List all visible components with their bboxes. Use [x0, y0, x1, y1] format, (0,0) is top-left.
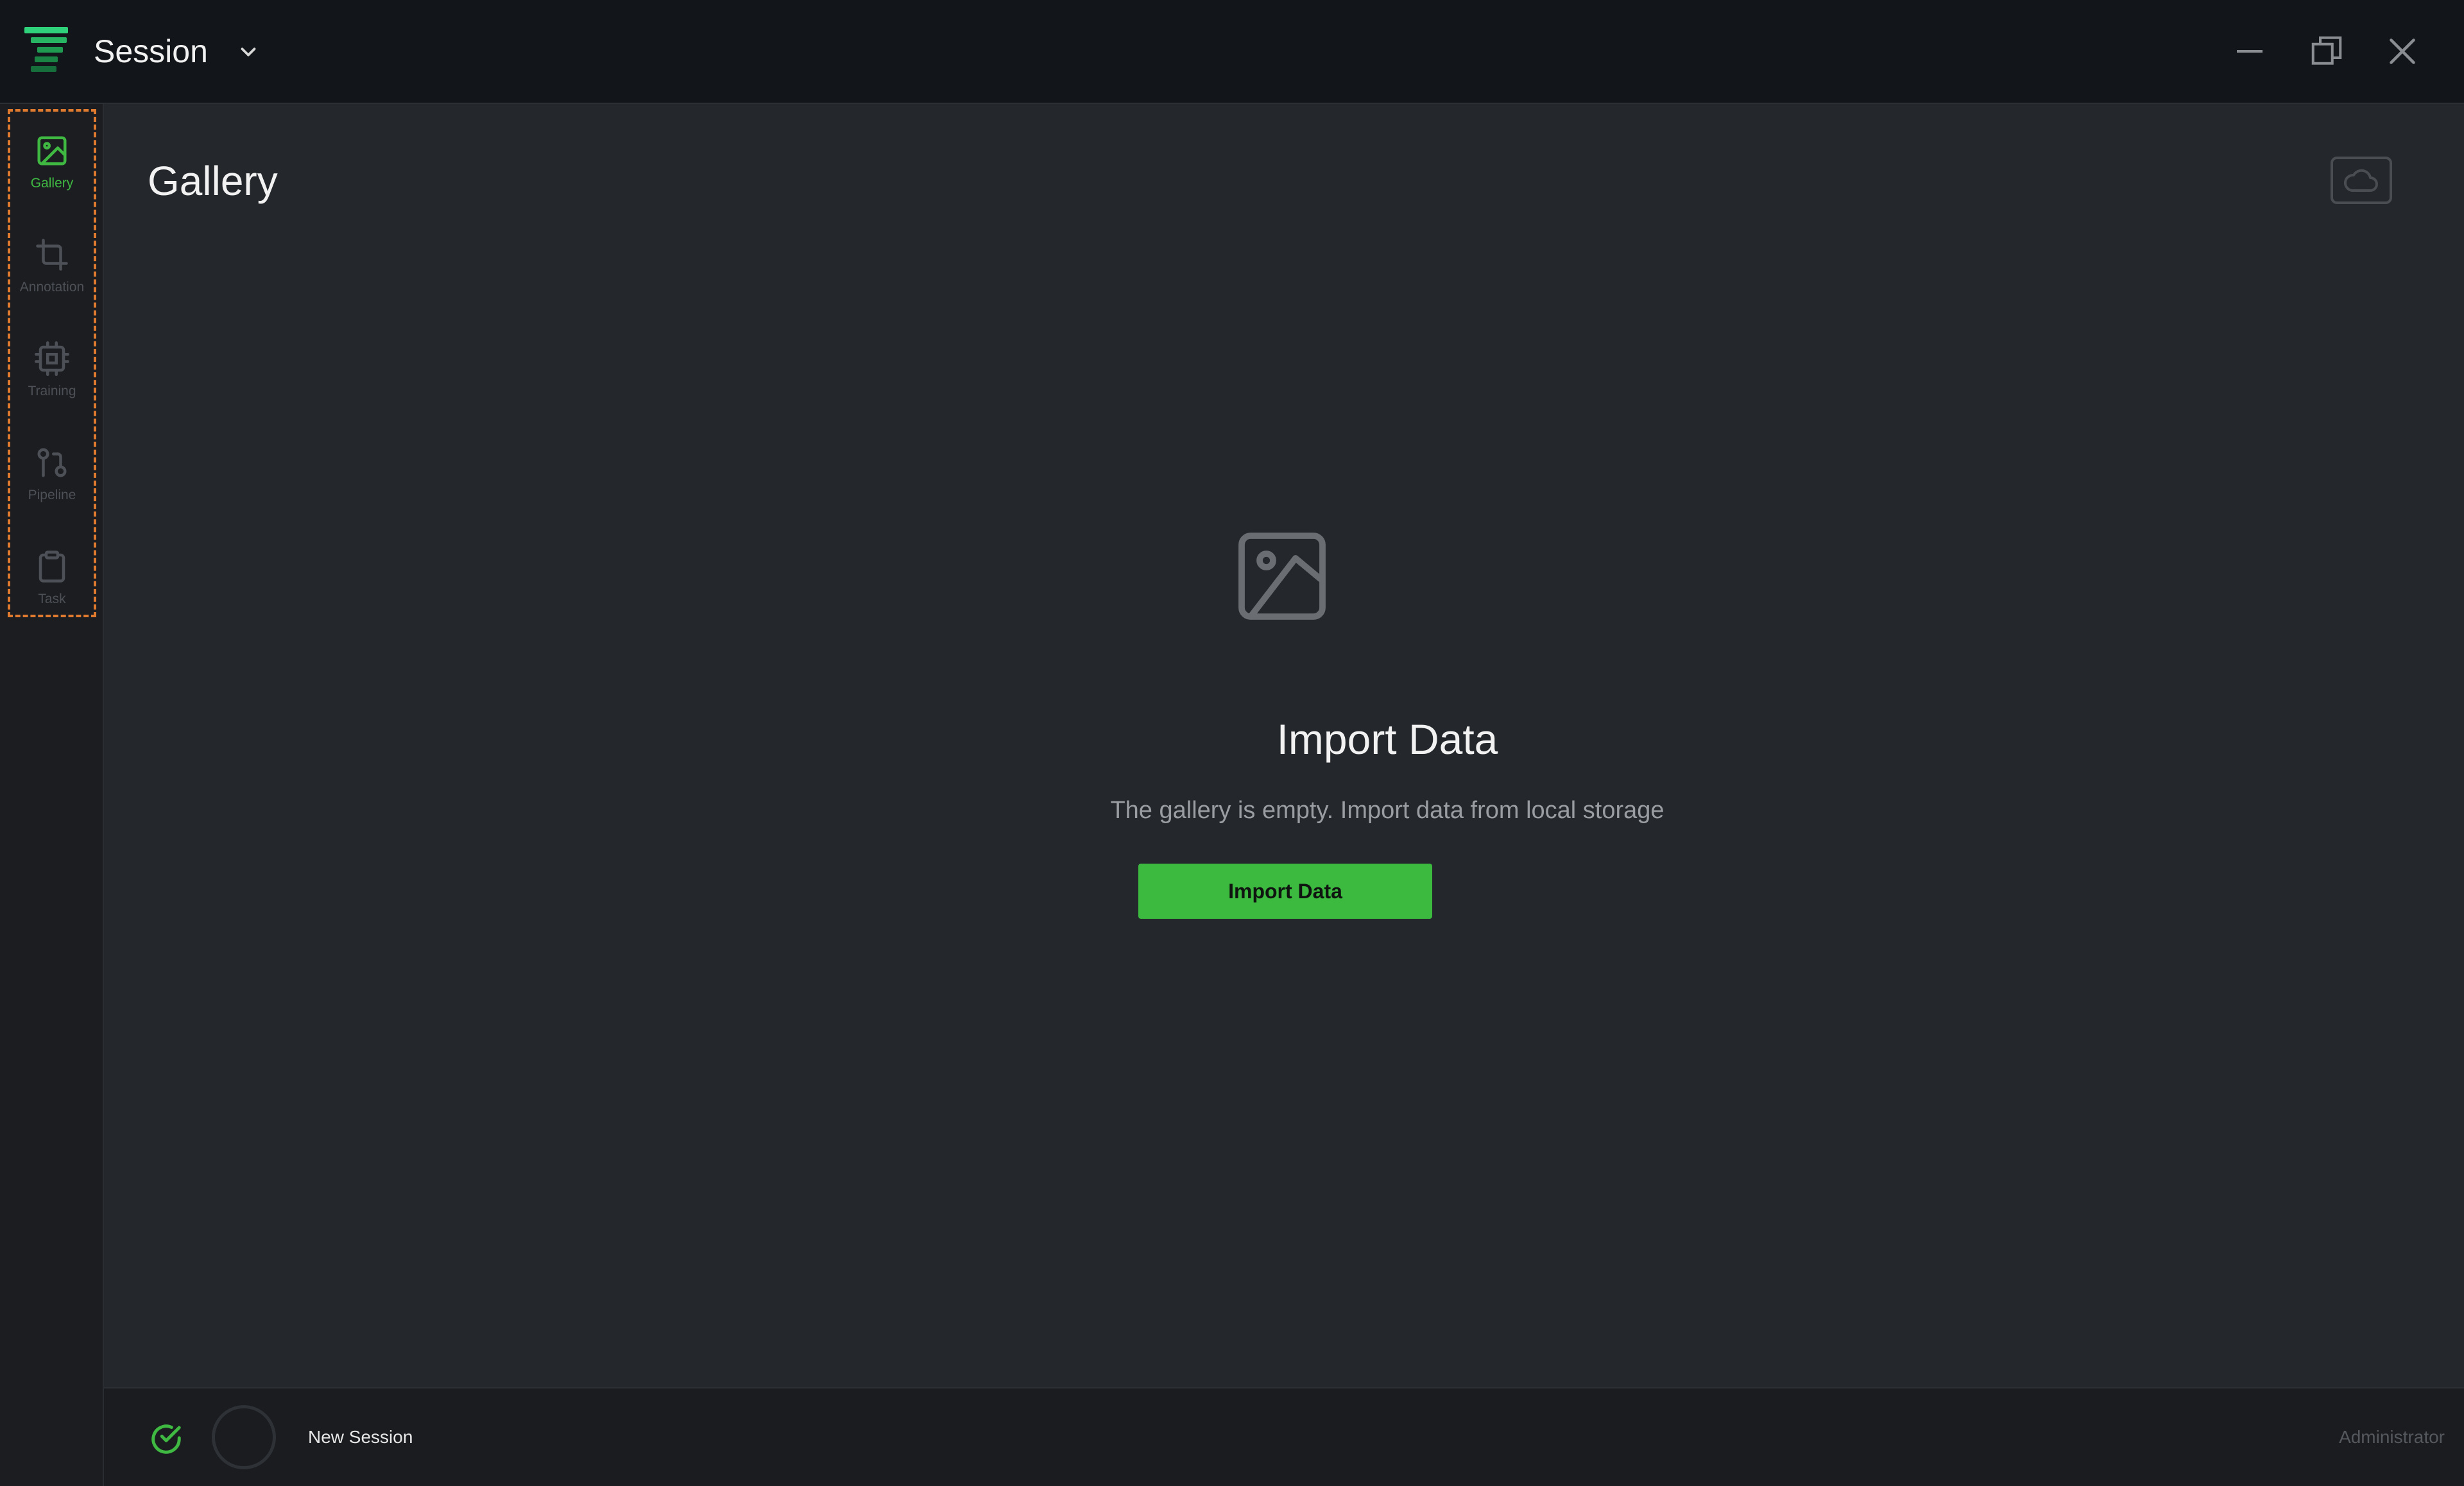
page-title: Gallery [148, 158, 278, 204]
sidebar-nav: Gallery Annotation Training Pipeline Tas… [8, 109, 96, 617]
sidebar-item-label: Training [28, 384, 76, 398]
sidebar-item-label: Annotation [19, 280, 85, 295]
image-icon [37, 136, 67, 166]
empty-state-description: The gallery is empty. Import data from l… [1110, 797, 1664, 824]
image-placeholder-icon [1238, 533, 1326, 620]
cloud-icon [2344, 169, 2378, 192]
sidebar-item-annotation[interactable]: Annotation [10, 216, 94, 320]
cpu-icon [35, 341, 69, 376]
sidebar: Gallery Annotation Training Pipeline Tas… [0, 104, 104, 1486]
sidebar-item-pipeline[interactable]: Pipeline [10, 423, 94, 527]
import-data-button[interactable]: Import Data [1138, 864, 1432, 919]
restore-icon[interactable] [2307, 32, 2346, 71]
empty-state-heading: Import Data [1276, 715, 1498, 763]
session-title[interactable]: Session [94, 31, 208, 72]
avatar[interactable] [212, 1405, 276, 1469]
app-logo-icon [24, 27, 68, 72]
main-content: Gallery Import Data The gallery is empty… [104, 104, 2464, 1387]
sidebar-item-label: Pipeline [28, 488, 76, 502]
minimize-icon[interactable] [2230, 32, 2269, 71]
status-user: Administrator [2339, 1427, 2445, 1447]
git-pull-request-icon [37, 448, 67, 477]
status-bar: New Session Administrator [104, 1387, 2464, 1486]
crop-icon [36, 239, 68, 271]
clipboard-icon [38, 551, 65, 583]
app-window: Session Gallery Annotation Training Pipe… [0, 0, 2464, 1486]
chevron-down-icon[interactable] [236, 40, 261, 64]
sidebar-item-task[interactable]: Task [10, 527, 94, 631]
sidebar-item-label: Task [38, 592, 66, 606]
close-icon[interactable] [2383, 32, 2422, 71]
sidebar-item-training[interactable]: Training [10, 320, 94, 423]
sidebar-item-label: Gallery [30, 176, 74, 191]
check-circle-icon [151, 1424, 181, 1454]
status-session-name: New Session [308, 1427, 413, 1447]
sidebar-item-gallery[interactable]: Gallery [10, 112, 94, 216]
title-bar: Session [0, 0, 2464, 104]
cloud-button[interactable] [2331, 157, 2392, 204]
